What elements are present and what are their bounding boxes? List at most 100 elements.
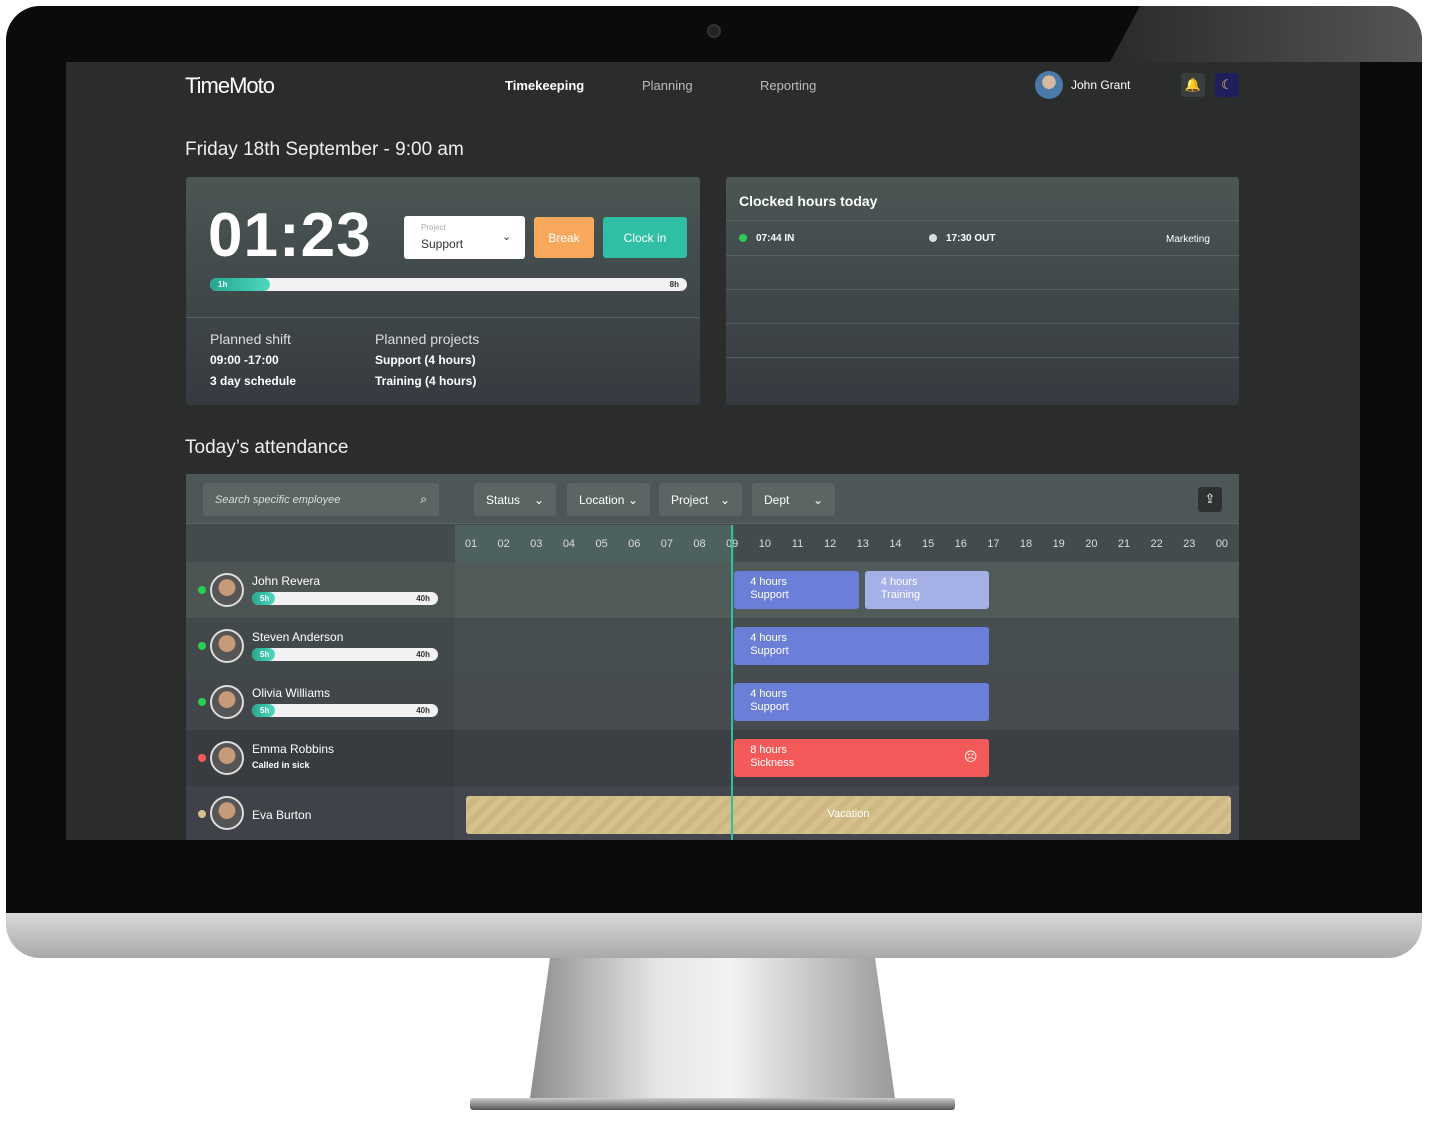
nav-reporting[interactable]: Reporting bbox=[760, 78, 816, 93]
avatar bbox=[210, 741, 244, 775]
divider bbox=[726, 323, 1239, 324]
clocked-hours-title: Clocked hours today bbox=[739, 193, 878, 209]
clocked-dept: Marketing bbox=[1166, 234, 1210, 245]
status-dot bbox=[198, 810, 206, 818]
hour-label: 03 bbox=[530, 538, 543, 550]
hour-label: 08 bbox=[693, 538, 706, 550]
shift-progress-fill: 1h bbox=[210, 278, 270, 291]
hours-progress-fill: 5h bbox=[252, 704, 276, 717]
moon-icon[interactable]: ☾ bbox=[1215, 73, 1239, 97]
break-button[interactable]: Break bbox=[534, 217, 594, 258]
project-select-value: Support bbox=[421, 237, 464, 251]
hour-label: 13 bbox=[856, 538, 869, 550]
avatar bbox=[210, 685, 244, 719]
table-row[interactable]: Steven Anderson 5h 40h 4 hours Support bbox=[186, 618, 1239, 674]
clock-out-time: 17:30 OUT bbox=[946, 233, 996, 244]
search-input[interactable]: Search specific employee ⌕ bbox=[203, 483, 439, 516]
hours-total: 40h bbox=[416, 594, 430, 603]
divider bbox=[726, 255, 1239, 256]
block-label: Support bbox=[750, 589, 789, 601]
avatar bbox=[210, 573, 244, 607]
block-hours: 4 hours bbox=[750, 632, 787, 644]
block-hours: 4 hours bbox=[750, 576, 787, 588]
hour-label: 23 bbox=[1183, 538, 1196, 550]
filter-location[interactable]: Location ⌄ bbox=[567, 483, 650, 516]
filter-label: Project bbox=[671, 492, 709, 507]
search-placeholder: Search specific employee bbox=[215, 493, 341, 506]
hour-label: 16 bbox=[954, 538, 967, 550]
schedule-block-training[interactable]: 4 hours Training bbox=[864, 571, 990, 609]
hour-label: 21 bbox=[1117, 538, 1131, 550]
search-icon: ⌕ bbox=[420, 492, 427, 506]
monitor-base bbox=[470, 1098, 955, 1110]
table-row[interactable]: John Revera 5h 40h 4 hours Support 4 hou… bbox=[186, 562, 1239, 618]
divider bbox=[726, 289, 1239, 290]
hour-label: 00 bbox=[1215, 538, 1229, 550]
filter-dept[interactable]: Dept ⌄ bbox=[752, 483, 835, 516]
hour-label: 01 bbox=[464, 538, 478, 550]
hours-progress-bar: 5h 40h bbox=[252, 648, 438, 661]
divider bbox=[186, 317, 700, 318]
planned-shift-title: Planned shift bbox=[210, 331, 291, 347]
hour-label: 15 bbox=[921, 538, 935, 550]
filter-label: Status bbox=[486, 492, 521, 507]
chevron-down-icon: ⌄ bbox=[812, 492, 823, 507]
hours-progress-bar: 5h 40h bbox=[252, 592, 438, 605]
schedule-block-support[interactable]: 4 hours Support bbox=[734, 683, 990, 721]
hours-total: 40h bbox=[416, 650, 430, 659]
hour-label: 12 bbox=[824, 538, 837, 550]
table-row[interactable]: Eva Burton Vacation bbox=[186, 786, 1239, 840]
avatar bbox=[210, 629, 244, 663]
status-dot-out bbox=[929, 234, 937, 242]
employee-name: John Revera bbox=[252, 574, 321, 588]
avatar bbox=[210, 796, 244, 830]
screen-glare bbox=[1110, 6, 1422, 62]
block-label: Support bbox=[750, 645, 789, 657]
planned-projects-title: Planned projects bbox=[375, 331, 480, 347]
nav-timekeeping[interactable]: Timekeeping bbox=[505, 78, 584, 93]
hour-label: 14 bbox=[889, 538, 902, 550]
chevron-down-icon: ⌄ bbox=[719, 492, 730, 507]
sick-face-icon: ☹ bbox=[963, 749, 978, 764]
employee-name: Eva Burton bbox=[252, 808, 312, 822]
current-time-line bbox=[731, 525, 734, 840]
bell-icon[interactable]: 🔔 bbox=[1181, 73, 1205, 97]
project-select[interactable]: Project Support ⌄ bbox=[404, 216, 525, 259]
schedule-block-sickness[interactable]: 8 hours Sickness ☹ bbox=[734, 739, 990, 777]
clock-in-time: 07:44 IN bbox=[756, 233, 795, 244]
nav-planning[interactable]: Planning bbox=[642, 78, 693, 93]
schedule-block-support[interactable]: 4 hours Support bbox=[734, 571, 859, 609]
hour-label: 17 bbox=[987, 538, 1000, 550]
hour-label: 07 bbox=[660, 538, 674, 550]
status-dot bbox=[198, 642, 206, 650]
status-dot bbox=[198, 754, 206, 762]
user-name[interactable]: John Grant bbox=[1071, 78, 1130, 92]
filter-status[interactable]: Status ⌄ bbox=[474, 483, 556, 516]
hours-total: 40h bbox=[416, 706, 430, 715]
filter-label: Dept bbox=[764, 492, 790, 507]
employee-name: Emma Robbins bbox=[252, 742, 335, 756]
logo: TimeMoto bbox=[185, 73, 275, 98]
hour-label: 18 bbox=[1019, 538, 1033, 550]
status-dot bbox=[198, 698, 206, 706]
export-icon[interactable]: ⇪ bbox=[1198, 487, 1222, 512]
table-row[interactable]: Olivia Williams 5h 40h 4 hours Support bbox=[186, 674, 1239, 730]
avatar[interactable] bbox=[1035, 71, 1063, 99]
chevron-down-icon: ⌄ bbox=[502, 231, 512, 243]
clock-in-button[interactable]: Clock in bbox=[603, 217, 687, 258]
divider bbox=[726, 220, 1239, 221]
hours-progress-fill: 5h bbox=[252, 592, 276, 605]
block-label: Training bbox=[880, 589, 921, 601]
project-select-label: Project bbox=[421, 223, 446, 232]
filter-label: Location bbox=[579, 492, 625, 507]
table-row[interactable]: Emma Robbins Called in sick 8 hours Sickn… bbox=[186, 730, 1239, 786]
employee-note: Called in sick bbox=[252, 760, 310, 770]
schedule-block-vacation[interactable]: Vacation bbox=[466, 796, 1231, 834]
planned-project: Training (4 hours) bbox=[375, 374, 477, 388]
hour-label: 19 bbox=[1052, 538, 1065, 550]
schedule-block-support[interactable]: 4 hours Support bbox=[734, 627, 990, 665]
divider bbox=[726, 357, 1239, 358]
filter-project[interactable]: Project ⌄ bbox=[659, 483, 742, 516]
block-label: Support bbox=[750, 701, 789, 713]
clocked-hours-card bbox=[726, 177, 1239, 405]
